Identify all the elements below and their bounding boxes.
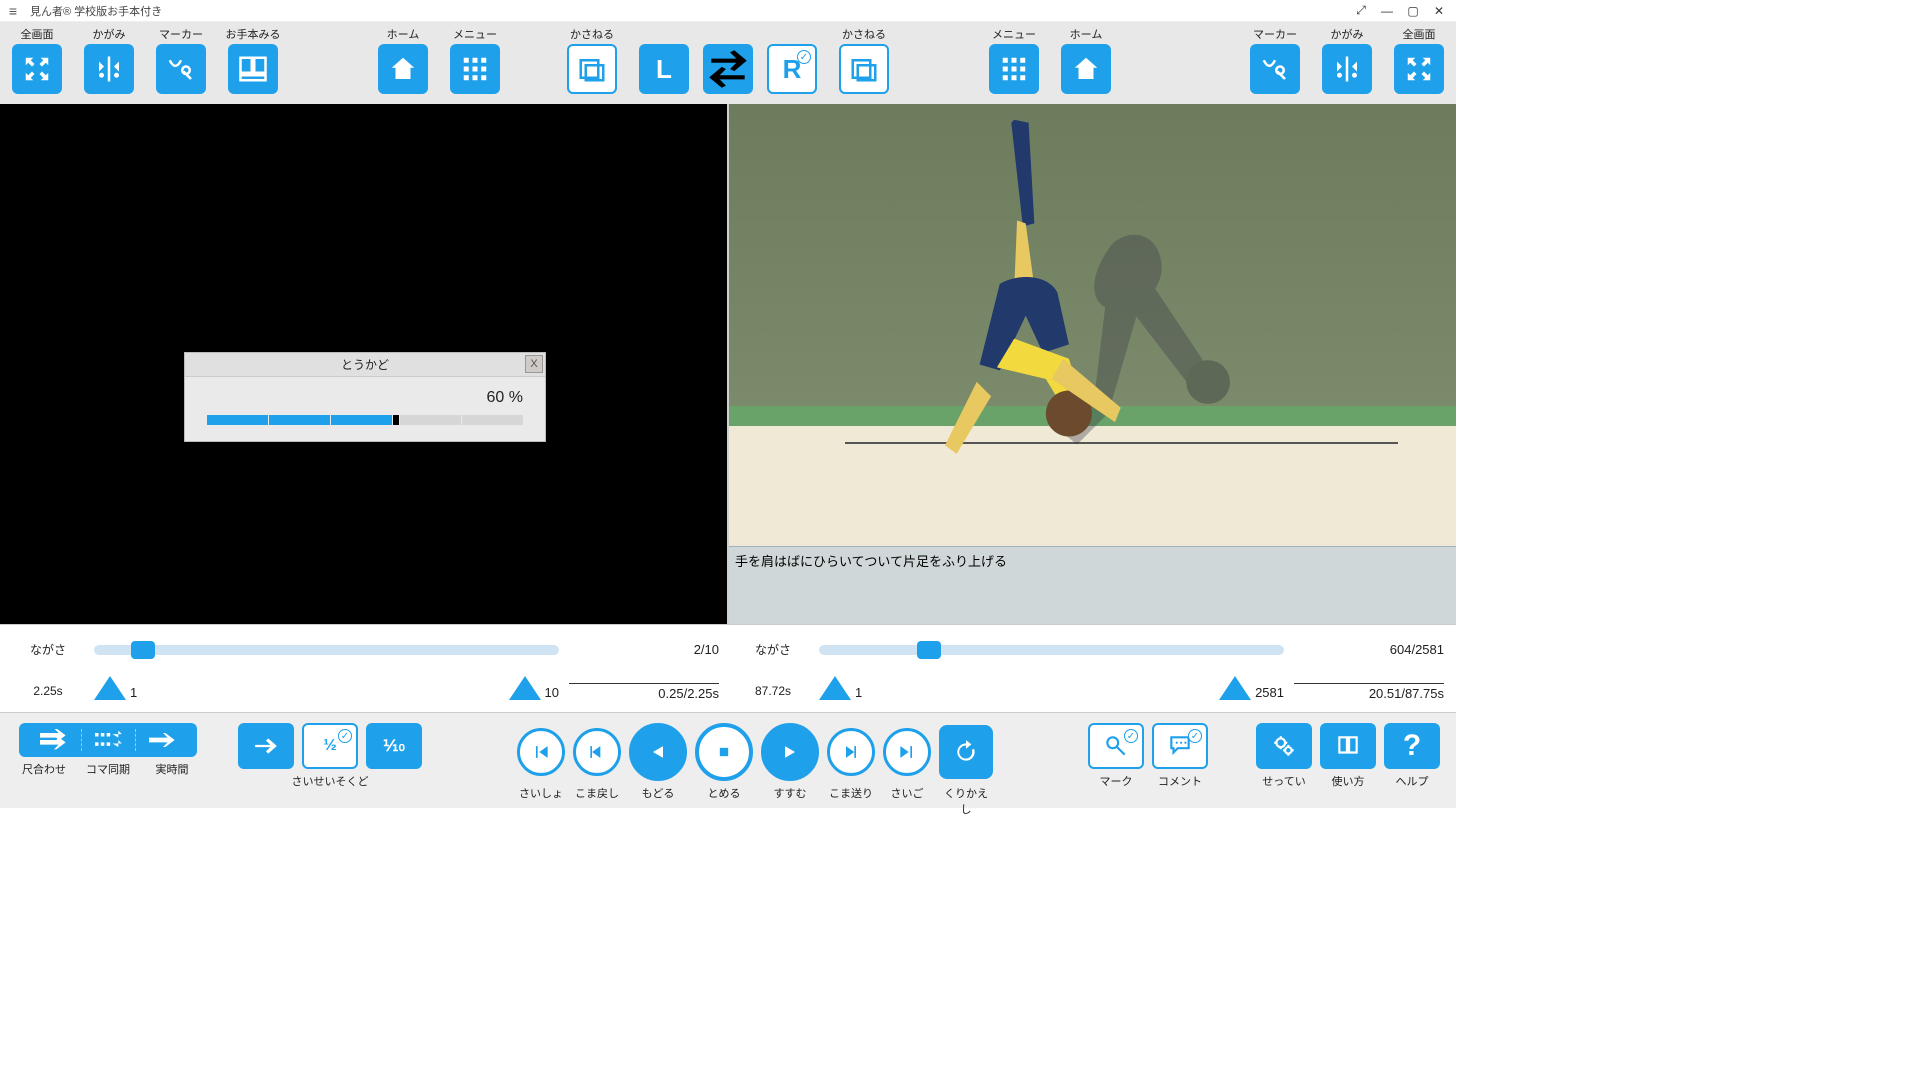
annotate-group: ✓ ✓ マーク コメント xyxy=(1088,723,1208,789)
settings-button[interactable] xyxy=(1256,723,1312,769)
speed-play-button[interactable] xyxy=(238,723,294,769)
timeline-left: ながさ 2/10 2.25s 1 10 0.25/2.25s xyxy=(12,633,719,712)
mirror-right-button[interactable]: かがみ xyxy=(1320,26,1374,94)
marker-icon xyxy=(156,44,206,94)
back-button[interactable] xyxy=(629,723,687,781)
length-label-left: ながさ xyxy=(12,641,84,658)
overlay-left-button[interactable]: かさねる xyxy=(565,26,619,94)
fit-scale-button[interactable] xyxy=(27,729,81,751)
opacity-percent: 60 % xyxy=(207,389,523,407)
speed-tenth-button[interactable]: ⅒ xyxy=(366,723,422,769)
marker-icon xyxy=(1250,44,1300,94)
speed-half-button[interactable]: ½✓ xyxy=(302,723,358,769)
check-badge-icon: ✓ xyxy=(797,50,811,64)
first-button[interactable] xyxy=(517,728,565,776)
bottom-bar: 尺合わせ コマ同期 実時間 ½✓ ⅒ さいせいそくど さいしょ こま戻し xyxy=(0,712,1456,808)
opacity-dialog: とうかど X 60 % xyxy=(184,352,546,442)
grid-icon xyxy=(450,44,500,94)
timeline-right-track[interactable] xyxy=(819,639,1284,659)
frame-sync-button[interactable] xyxy=(81,729,135,751)
frame-fwd-button[interactable] xyxy=(827,728,875,776)
overlay-icon xyxy=(567,44,617,94)
grid-icon xyxy=(989,44,1039,94)
cartoon-figure xyxy=(860,114,1180,488)
forward-button[interactable] xyxy=(761,723,819,781)
side-r-icon: R✓ xyxy=(767,44,817,94)
expand-icon[interactable]: ⤢ xyxy=(1348,3,1374,18)
repeat-button[interactable] xyxy=(939,725,993,779)
sample-left-button[interactable]: お手本みる xyxy=(226,26,280,94)
home-icon xyxy=(378,44,428,94)
stop-button[interactable] xyxy=(695,723,753,781)
speed-label: さいせいそくど xyxy=(292,773,369,789)
system-group: ? せってい 使い方 ヘルプ xyxy=(1256,723,1440,789)
home-right-button[interactable]: ホーム xyxy=(1059,26,1113,94)
playback-group: さいしょ こま戻し もどる とめる すすむ こま送り さいご くりかえし xyxy=(517,723,993,817)
home-left-button[interactable]: ホーム xyxy=(376,26,430,94)
length-sec-right: 87.72s xyxy=(737,684,809,698)
side-l-icon: L xyxy=(639,44,689,94)
overlay-icon xyxy=(839,44,889,94)
video-pane-right[interactable]: 手を肩はばにひらいてついて片足をふり上げる xyxy=(727,104,1456,624)
maximize-icon[interactable]: ▢ xyxy=(1400,4,1426,18)
timeline-right: ながさ 604/2581 87.72s 1 2581 20.51/87.75s xyxy=(737,633,1444,712)
side-indicator-right[interactable]: R✓ xyxy=(765,26,819,94)
check-badge-icon: ✓ xyxy=(338,729,352,743)
frame-count-right: 604/2581 xyxy=(1294,642,1444,657)
fullscreen-right-button[interactable]: 全画面 xyxy=(1392,26,1446,94)
marker-left-button[interactable]: マーカー xyxy=(154,26,208,94)
side-indicator-left[interactable]: L xyxy=(637,26,691,94)
marker-right-button[interactable]: マーカー xyxy=(1248,26,1302,94)
speed-group: ½✓ ⅒ さいせいそくど xyxy=(238,723,422,789)
video-area: とうかど X 60 % xyxy=(0,104,1456,624)
check-badge-icon: ✓ xyxy=(1188,729,1202,743)
timelines: ながさ 2/10 2.25s 1 10 0.25/2.25s ながさ 604/2… xyxy=(0,624,1456,712)
frame-count-left: 2/10 xyxy=(569,642,719,657)
window-title: 見ん者® 学校版お手本付き xyxy=(30,3,162,19)
help-button[interactable]: ? xyxy=(1384,723,1440,769)
range-end-left[interactable]: 10 xyxy=(509,676,559,700)
length-label-right: ながさ xyxy=(737,641,809,658)
comment-button[interactable]: ✓ xyxy=(1152,723,1208,769)
minimize-icon[interactable]: — xyxy=(1374,4,1400,18)
opacity-dialog-close[interactable]: X xyxy=(525,355,543,373)
range-start-right[interactable]: 1 xyxy=(819,676,862,700)
menu-left-button[interactable]: メニュー xyxy=(448,26,502,94)
titlebar: ≡ 見ん者® 学校版お手本付き ⤢ — ▢ ✕ xyxy=(0,0,1456,22)
realtime-button[interactable] xyxy=(135,729,189,751)
menu-right-button[interactable]: メニュー xyxy=(987,26,1041,94)
video-pane-left[interactable]: とうかど X 60 % xyxy=(0,104,727,624)
frame-back-button[interactable] xyxy=(573,728,621,776)
fullscreen-icon xyxy=(1394,44,1444,94)
video-caption: 手を肩はばにひらいてついて片足をふり上げる xyxy=(729,546,1456,624)
length-sec-left: 2.25s xyxy=(12,684,84,698)
check-badge-icon: ✓ xyxy=(1124,729,1138,743)
mark-button[interactable]: ✓ xyxy=(1088,723,1144,769)
range-end-right[interactable]: 2581 xyxy=(1219,676,1284,700)
mirror-icon xyxy=(84,44,134,94)
mirror-icon xyxy=(1322,44,1372,94)
mirror-left-button[interactable]: かがみ xyxy=(82,26,136,94)
time-pos-left: 0.25/2.25s xyxy=(569,683,719,701)
fit-group: 尺合わせ コマ同期 実時間 xyxy=(16,723,200,777)
swap-panes-button[interactable] xyxy=(703,44,753,94)
opacity-slider[interactable] xyxy=(207,415,523,425)
overlay-right-button[interactable]: かさねる xyxy=(837,26,891,94)
guide-button[interactable] xyxy=(1320,723,1376,769)
time-pos-right: 20.51/87.75s xyxy=(1294,683,1444,701)
opacity-dialog-title: とうかど xyxy=(341,356,389,373)
last-button[interactable] xyxy=(883,728,931,776)
fullscreen-icon xyxy=(12,44,62,94)
close-icon[interactable]: ✕ xyxy=(1426,4,1452,18)
fullscreen-left-button[interactable]: 全画面 xyxy=(10,26,64,94)
home-icon xyxy=(1061,44,1111,94)
timeline-left-track[interactable] xyxy=(94,639,559,659)
hamburger-icon[interactable]: ≡ xyxy=(4,4,22,18)
sample-icon xyxy=(228,44,278,94)
top-toolbar: 全画面 かがみ マーカー お手本みる ホーム メニュー かさねる xyxy=(0,22,1456,104)
range-start-left[interactable]: 1 xyxy=(94,676,137,700)
